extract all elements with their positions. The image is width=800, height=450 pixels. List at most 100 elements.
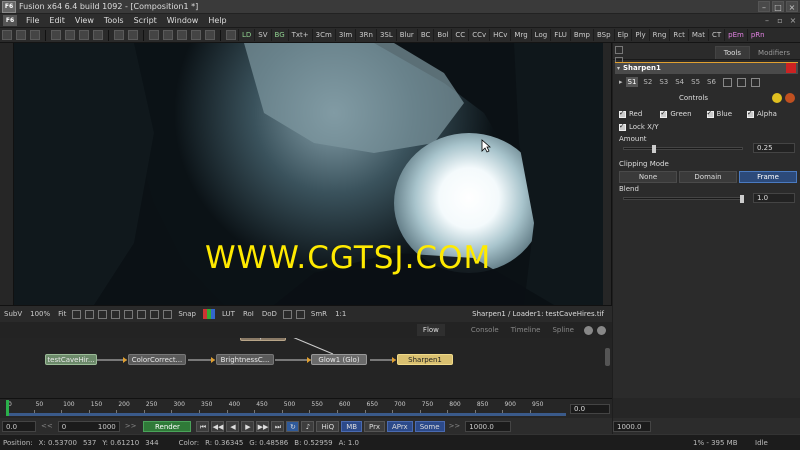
node-sharpen[interactable]: Sharpen1 xyxy=(397,354,453,365)
some-button[interactable]: Some xyxy=(414,420,445,432)
tool-button-ellipse[interactable]: Elp xyxy=(613,29,632,41)
tool-button-log[interactable]: Log xyxy=(530,29,551,41)
clip-frame-button[interactable]: Frame xyxy=(739,171,797,183)
playhead[interactable] xyxy=(6,400,9,416)
blue-checkbox[interactable] xyxy=(706,109,714,118)
tool-button-ccv[interactable]: CCv xyxy=(468,29,489,41)
settings-gear-icon[interactable] xyxy=(785,93,795,103)
text-a-icon[interactable] xyxy=(150,309,160,319)
layout2-icon[interactable] xyxy=(163,30,173,40)
tool-button-matte[interactable]: Mat xyxy=(687,29,708,41)
loop-icon[interactable]: ↻ xyxy=(286,420,300,432)
tool-button-bmp[interactable]: Bmp xyxy=(569,29,593,41)
layout4-icon[interactable] xyxy=(191,30,201,40)
blend-slider[interactable] xyxy=(623,195,744,203)
tool-button-loader[interactable]: LD xyxy=(238,29,254,41)
node-colorcorrector[interactable]: ColorCorrect... xyxy=(128,354,186,365)
play-icon[interactable]: ▶ xyxy=(241,420,255,432)
ellipse-tool-icon[interactable] xyxy=(137,309,147,319)
tab-console[interactable]: Console xyxy=(465,324,505,336)
tool-button-bol[interactable]: Bol xyxy=(433,29,451,41)
tool-button-pemitter[interactable]: pEm xyxy=(724,29,747,41)
start-time-field[interactable]: 0.0 xyxy=(2,420,36,432)
undo-icon[interactable] xyxy=(114,30,124,40)
tool-button-saver[interactable]: SV xyxy=(254,29,270,41)
tool-button-camera3d[interactable]: 3Cm xyxy=(311,29,335,41)
copy-icon[interactable] xyxy=(65,30,75,40)
tool-button-background[interactable]: BG xyxy=(270,29,288,41)
menu-file[interactable]: File xyxy=(21,16,44,25)
prx-button[interactable]: Prx xyxy=(364,420,385,432)
subtab-s6[interactable]: S6 xyxy=(705,77,718,87)
tool-button-flu[interactable]: FLU xyxy=(550,29,570,41)
tool-button-render3d[interactable]: 3Rn xyxy=(355,29,376,41)
menu-window[interactable]: Window xyxy=(162,16,204,25)
go-start-icon[interactable]: ⏮ xyxy=(196,420,210,432)
tool-header[interactable]: ▾ Sharpen1 xyxy=(615,62,798,74)
node-loader[interactable]: testCaveHir... xyxy=(45,354,97,365)
tool-close-icon[interactable] xyxy=(786,63,796,73)
dod-button[interactable]: DoD xyxy=(258,310,281,318)
new-icon[interactable] xyxy=(2,30,12,40)
arrow-link-icon[interactable] xyxy=(722,77,732,87)
lock-xy-checkbox[interactable] xyxy=(619,122,626,131)
global-end-field[interactable]: 1000.0 xyxy=(613,421,651,432)
flow-editor[interactable]: testCaveHir... ColorCorrect... Brightnes… xyxy=(0,330,612,398)
tool-button-prender[interactable]: pRn xyxy=(746,29,768,41)
menu-help[interactable]: Help xyxy=(203,16,231,25)
subtab-s4[interactable]: S4 xyxy=(673,77,686,87)
audio-icon[interactable]: ♪ xyxy=(301,420,315,432)
play-reverse-icon[interactable]: ◀ xyxy=(226,420,240,432)
step-forward-icon[interactable]: ▶▶ xyxy=(256,420,270,432)
collapse-caret-icon[interactable]: ▾ xyxy=(617,63,620,74)
clip-domain-button[interactable]: Domain xyxy=(679,171,737,183)
tool-button-image3d[interactable]: 3Im xyxy=(334,29,355,41)
render-range-field[interactable]: 0 1000 xyxy=(57,420,120,432)
tool-button-cc[interactable]: CC xyxy=(451,29,468,41)
mb-button[interactable]: MB xyxy=(341,420,363,432)
tool-button-polygon[interactable]: Ply xyxy=(631,29,648,41)
doc-restore-icon[interactable]: ▫ xyxy=(775,16,785,26)
snap-toggle[interactable]: Snap xyxy=(174,310,200,318)
render-button[interactable]: Render xyxy=(143,420,192,432)
tab-timeline[interactable]: Timeline xyxy=(505,324,547,336)
menu-tools[interactable]: Tools xyxy=(99,16,129,25)
doc-close-icon[interactable]: × xyxy=(788,16,798,26)
pick-icon[interactable] xyxy=(736,77,746,87)
scroll-right-button-2[interactable]: >> xyxy=(449,422,461,430)
tool-button-text[interactable]: Txt+ xyxy=(287,29,312,41)
tool-button-hcv[interactable]: HCv xyxy=(489,29,510,41)
blend-slider-knob[interactable] xyxy=(740,195,744,203)
layout5-icon[interactable] xyxy=(205,30,215,40)
clip-none-button[interactable]: None xyxy=(619,171,677,183)
go-end-icon[interactable]: ⏭ xyxy=(271,420,285,432)
amount-slider-knob[interactable] xyxy=(652,145,656,153)
menu-edit[interactable]: Edit xyxy=(44,16,70,25)
paint-tool-icon[interactable] xyxy=(111,309,121,319)
green-checkbox[interactable] xyxy=(660,109,668,118)
redo-icon[interactable] xyxy=(128,30,138,40)
time-ruler[interactable]: 0 50 100 150 200 250 300 350 400 450 500 550 600 650 7… xyxy=(0,398,612,418)
tool-button-spotlight3d[interactable]: 3SL xyxy=(375,29,396,41)
tab-spline[interactable]: Spline xyxy=(546,324,580,336)
hiq-button[interactable]: HiQ xyxy=(316,420,340,432)
save-icon[interactable] xyxy=(30,30,40,40)
layout3-icon[interactable] xyxy=(177,30,187,40)
tab-modifiers[interactable]: Modifiers xyxy=(750,47,798,59)
curve-tool-icon[interactable] xyxy=(72,309,82,319)
tool-button-rectangle[interactable]: Rct xyxy=(669,29,687,41)
rect-tool-icon[interactable] xyxy=(124,309,134,319)
chat-icon[interactable] xyxy=(597,325,606,335)
smr-button[interactable]: SmR xyxy=(307,310,331,318)
blend-value-field[interactable]: 1.0 xyxy=(753,193,795,203)
step-back-icon[interactable]: ◀◀ xyxy=(211,420,225,432)
subtab-s2[interactable]: S2 xyxy=(641,77,654,87)
paste-icon[interactable] xyxy=(79,30,89,40)
tool-button-ranges[interactable]: Rng xyxy=(648,29,670,41)
pointer-tool-icon[interactable] xyxy=(85,309,95,319)
roi-button[interactable]: RoI xyxy=(239,310,258,318)
brush-tool-icon[interactable] xyxy=(98,309,108,319)
scroll-right-button[interactable]: >> xyxy=(125,422,137,430)
render-end-field[interactable]: 1000.0 xyxy=(465,420,512,432)
red-checkbox[interactable] xyxy=(619,109,626,118)
